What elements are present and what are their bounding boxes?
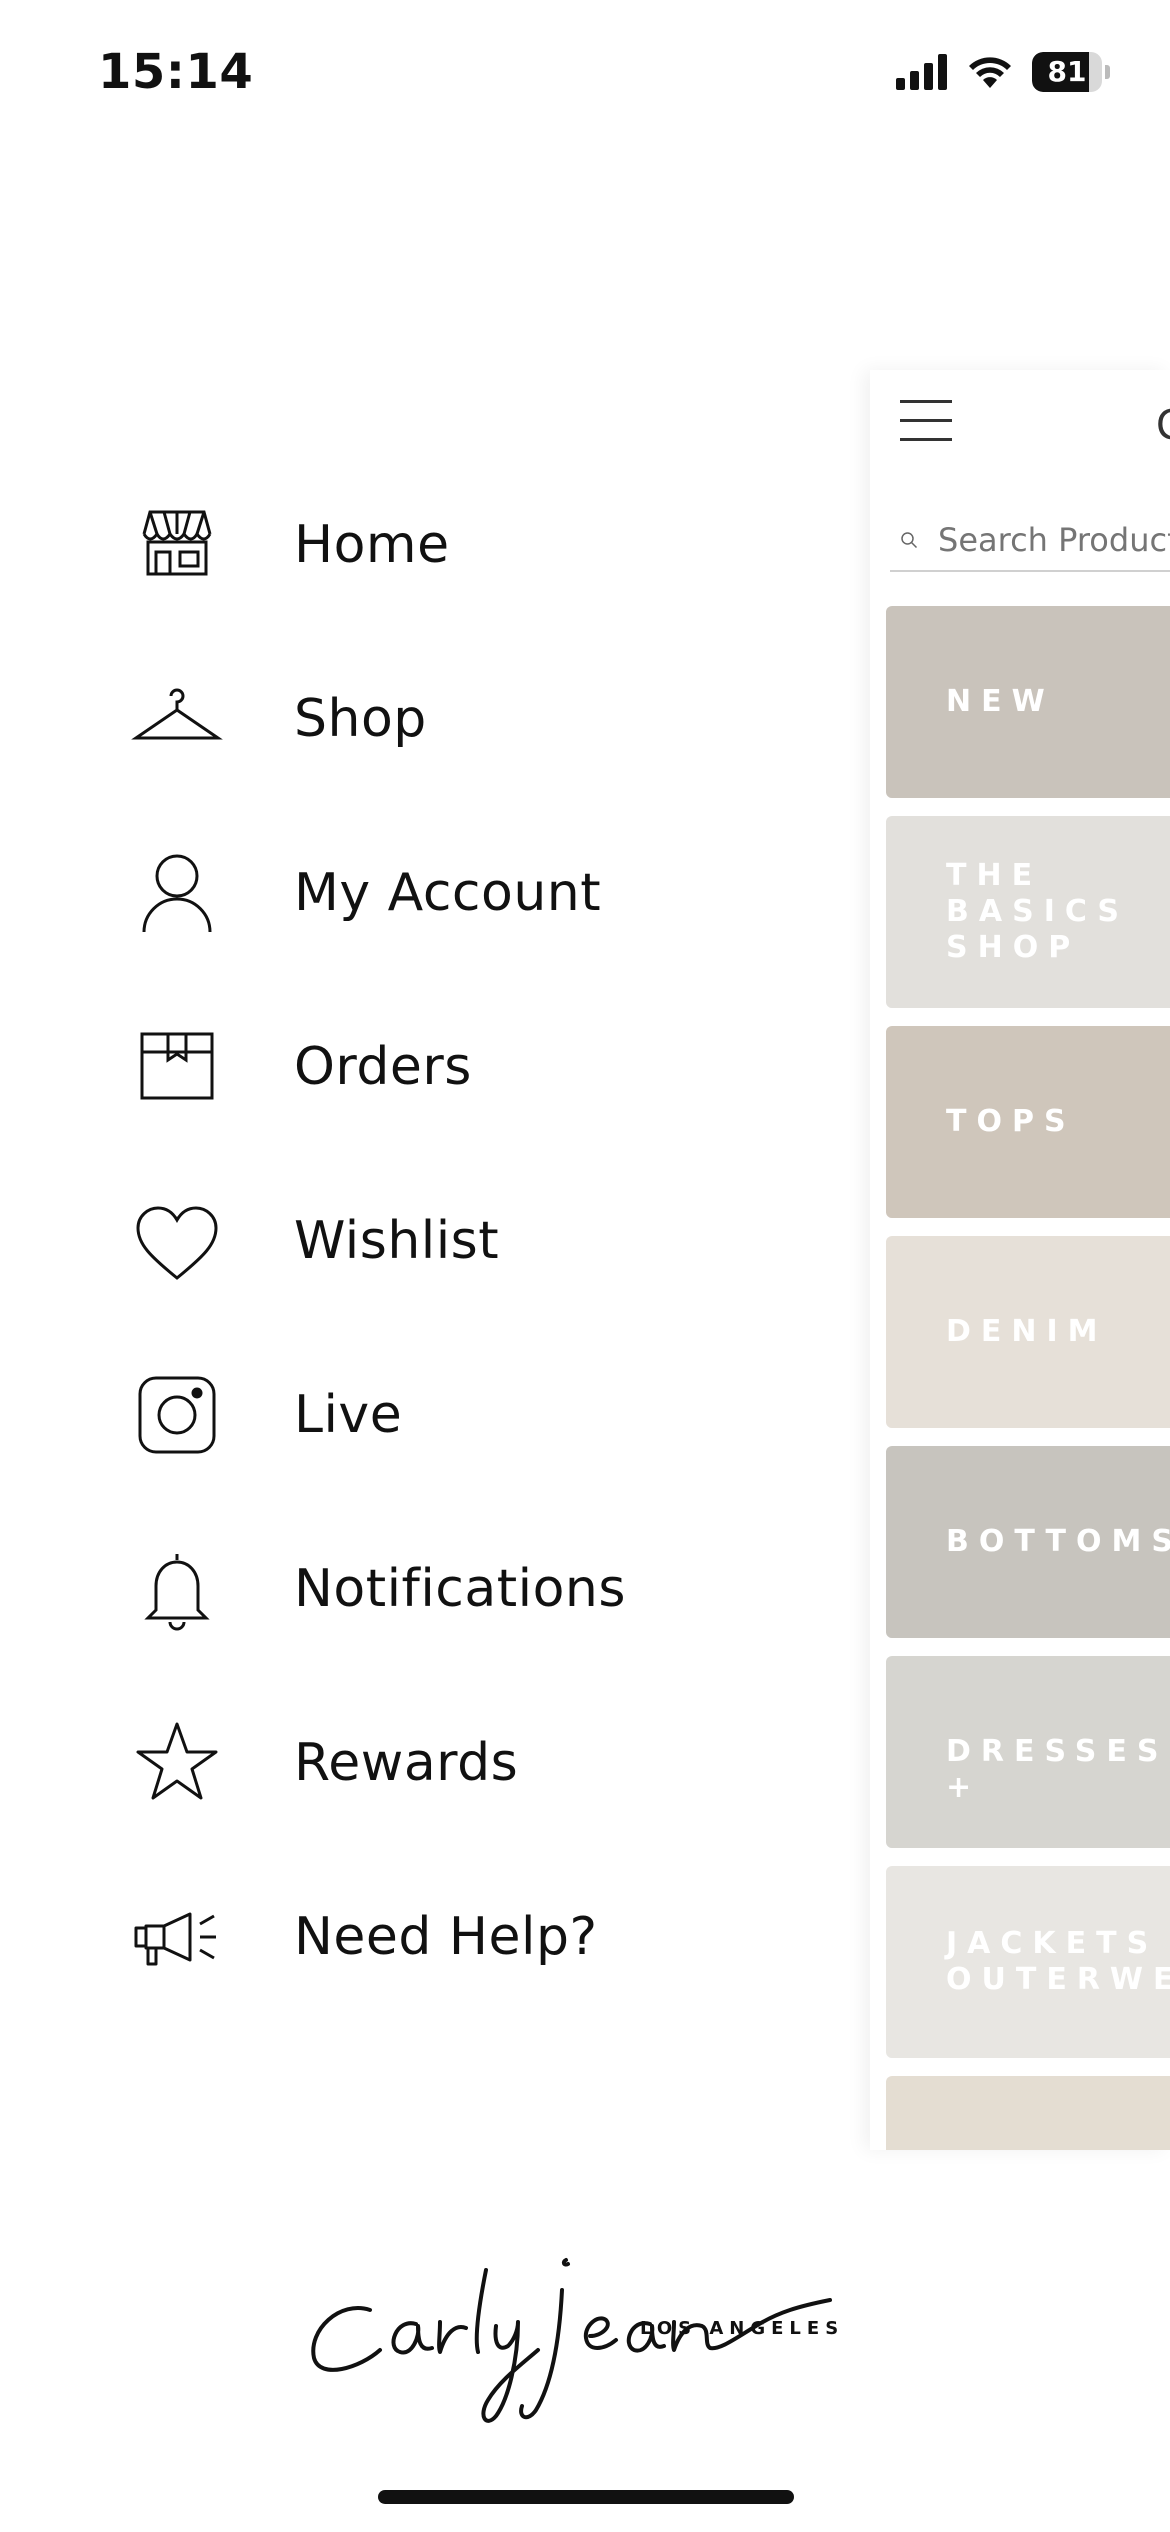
status-time: 15:14 xyxy=(98,44,254,100)
menu-label-shop: Shop xyxy=(294,689,427,749)
menu-label-rewards: Rewards xyxy=(294,1733,519,1793)
brand-logo: LOS ANGELES xyxy=(300,2240,860,2430)
heart-icon xyxy=(130,1194,224,1288)
menu-label-need-help: Need Help? xyxy=(294,1907,598,1967)
home-indicator[interactable] xyxy=(378,2490,794,2504)
category-label: JACKETS + OUTERWEA xyxy=(946,1926,1170,1997)
storefront-icon xyxy=(130,498,224,592)
box-icon xyxy=(130,1020,224,1114)
header-logo-fragment: C xyxy=(1156,400,1170,450)
category-label: NEW xyxy=(946,684,1055,719)
menu-item-home[interactable]: Home xyxy=(130,480,830,610)
menu-item-wishlist[interactable]: Wishlist xyxy=(130,1176,830,1306)
menu-label-wishlist: Wishlist xyxy=(294,1211,500,1271)
menu-item-shop[interactable]: Shop xyxy=(130,654,830,784)
instagram-icon xyxy=(130,1368,224,1462)
search-input[interactable] xyxy=(936,520,1170,560)
hanger-icon xyxy=(130,672,224,766)
category-label: THE BASICS SHOP xyxy=(946,858,1130,965)
menu-label-live: Live xyxy=(294,1385,403,1445)
menu-label-my-account: My Account xyxy=(294,863,602,923)
category-label: BOTTOMS xyxy=(946,1524,1170,1559)
menu-label-orders: Orders xyxy=(294,1037,472,1097)
status-bar: 15:14 81 xyxy=(0,0,1170,150)
hamburger-menu-icon[interactable] xyxy=(900,400,952,442)
menu-item-need-help[interactable]: Need Help? xyxy=(130,1872,830,2002)
battery-icon: 81 xyxy=(1032,52,1110,92)
category-tile-denim[interactable]: DENIM xyxy=(886,1236,1170,1428)
menu-label-notifications: Notifications xyxy=(294,1559,626,1619)
category-label: DENIM xyxy=(946,1314,1108,1349)
search-icon xyxy=(901,532,918,549)
logo-subtitle: LOS ANGELES xyxy=(640,2318,845,2339)
category-label: TOPS xyxy=(946,1104,1076,1139)
user-icon xyxy=(130,846,224,940)
category-tile-dresses[interactable]: DRESSES + xyxy=(886,1656,1170,1848)
menu-item-rewards[interactable]: Rewards xyxy=(130,1698,830,1828)
category-tile-jackets[interactable]: JACKETS + OUTERWEA xyxy=(886,1866,1170,2058)
menu-label-home: Home xyxy=(294,515,450,575)
category-label: DRESSES + xyxy=(946,1734,1169,1805)
search-bar[interactable] xyxy=(890,510,1170,572)
bell-icon xyxy=(130,1542,224,1636)
category-tile-more[interactable] xyxy=(886,2076,1170,2150)
menu-item-live[interactable]: Live xyxy=(130,1350,830,1480)
category-tile-bottoms[interactable]: BOTTOMS xyxy=(886,1446,1170,1638)
category-tile-tops[interactable]: TOPS xyxy=(886,1026,1170,1218)
menu-item-my-account[interactable]: My Account xyxy=(130,828,830,958)
megaphone-icon xyxy=(130,1890,224,1984)
menu-item-orders[interactable]: Orders xyxy=(130,1002,830,1132)
status-icons: 81 xyxy=(896,52,1110,92)
wifi-icon xyxy=(969,57,1011,88)
main-screen-peek[interactable]: C NEW THE BASICS SHOP TOPS DENIM BOTTOMS… xyxy=(870,370,1170,2150)
category-tile-basics[interactable]: THE BASICS SHOP xyxy=(886,816,1170,1008)
category-tile-new[interactable]: NEW xyxy=(886,606,1170,798)
signal-icon xyxy=(896,54,947,90)
battery-percent: 81 xyxy=(1047,55,1087,88)
menu-item-notifications[interactable]: Notifications xyxy=(130,1524,830,1654)
star-icon xyxy=(130,1716,224,1810)
